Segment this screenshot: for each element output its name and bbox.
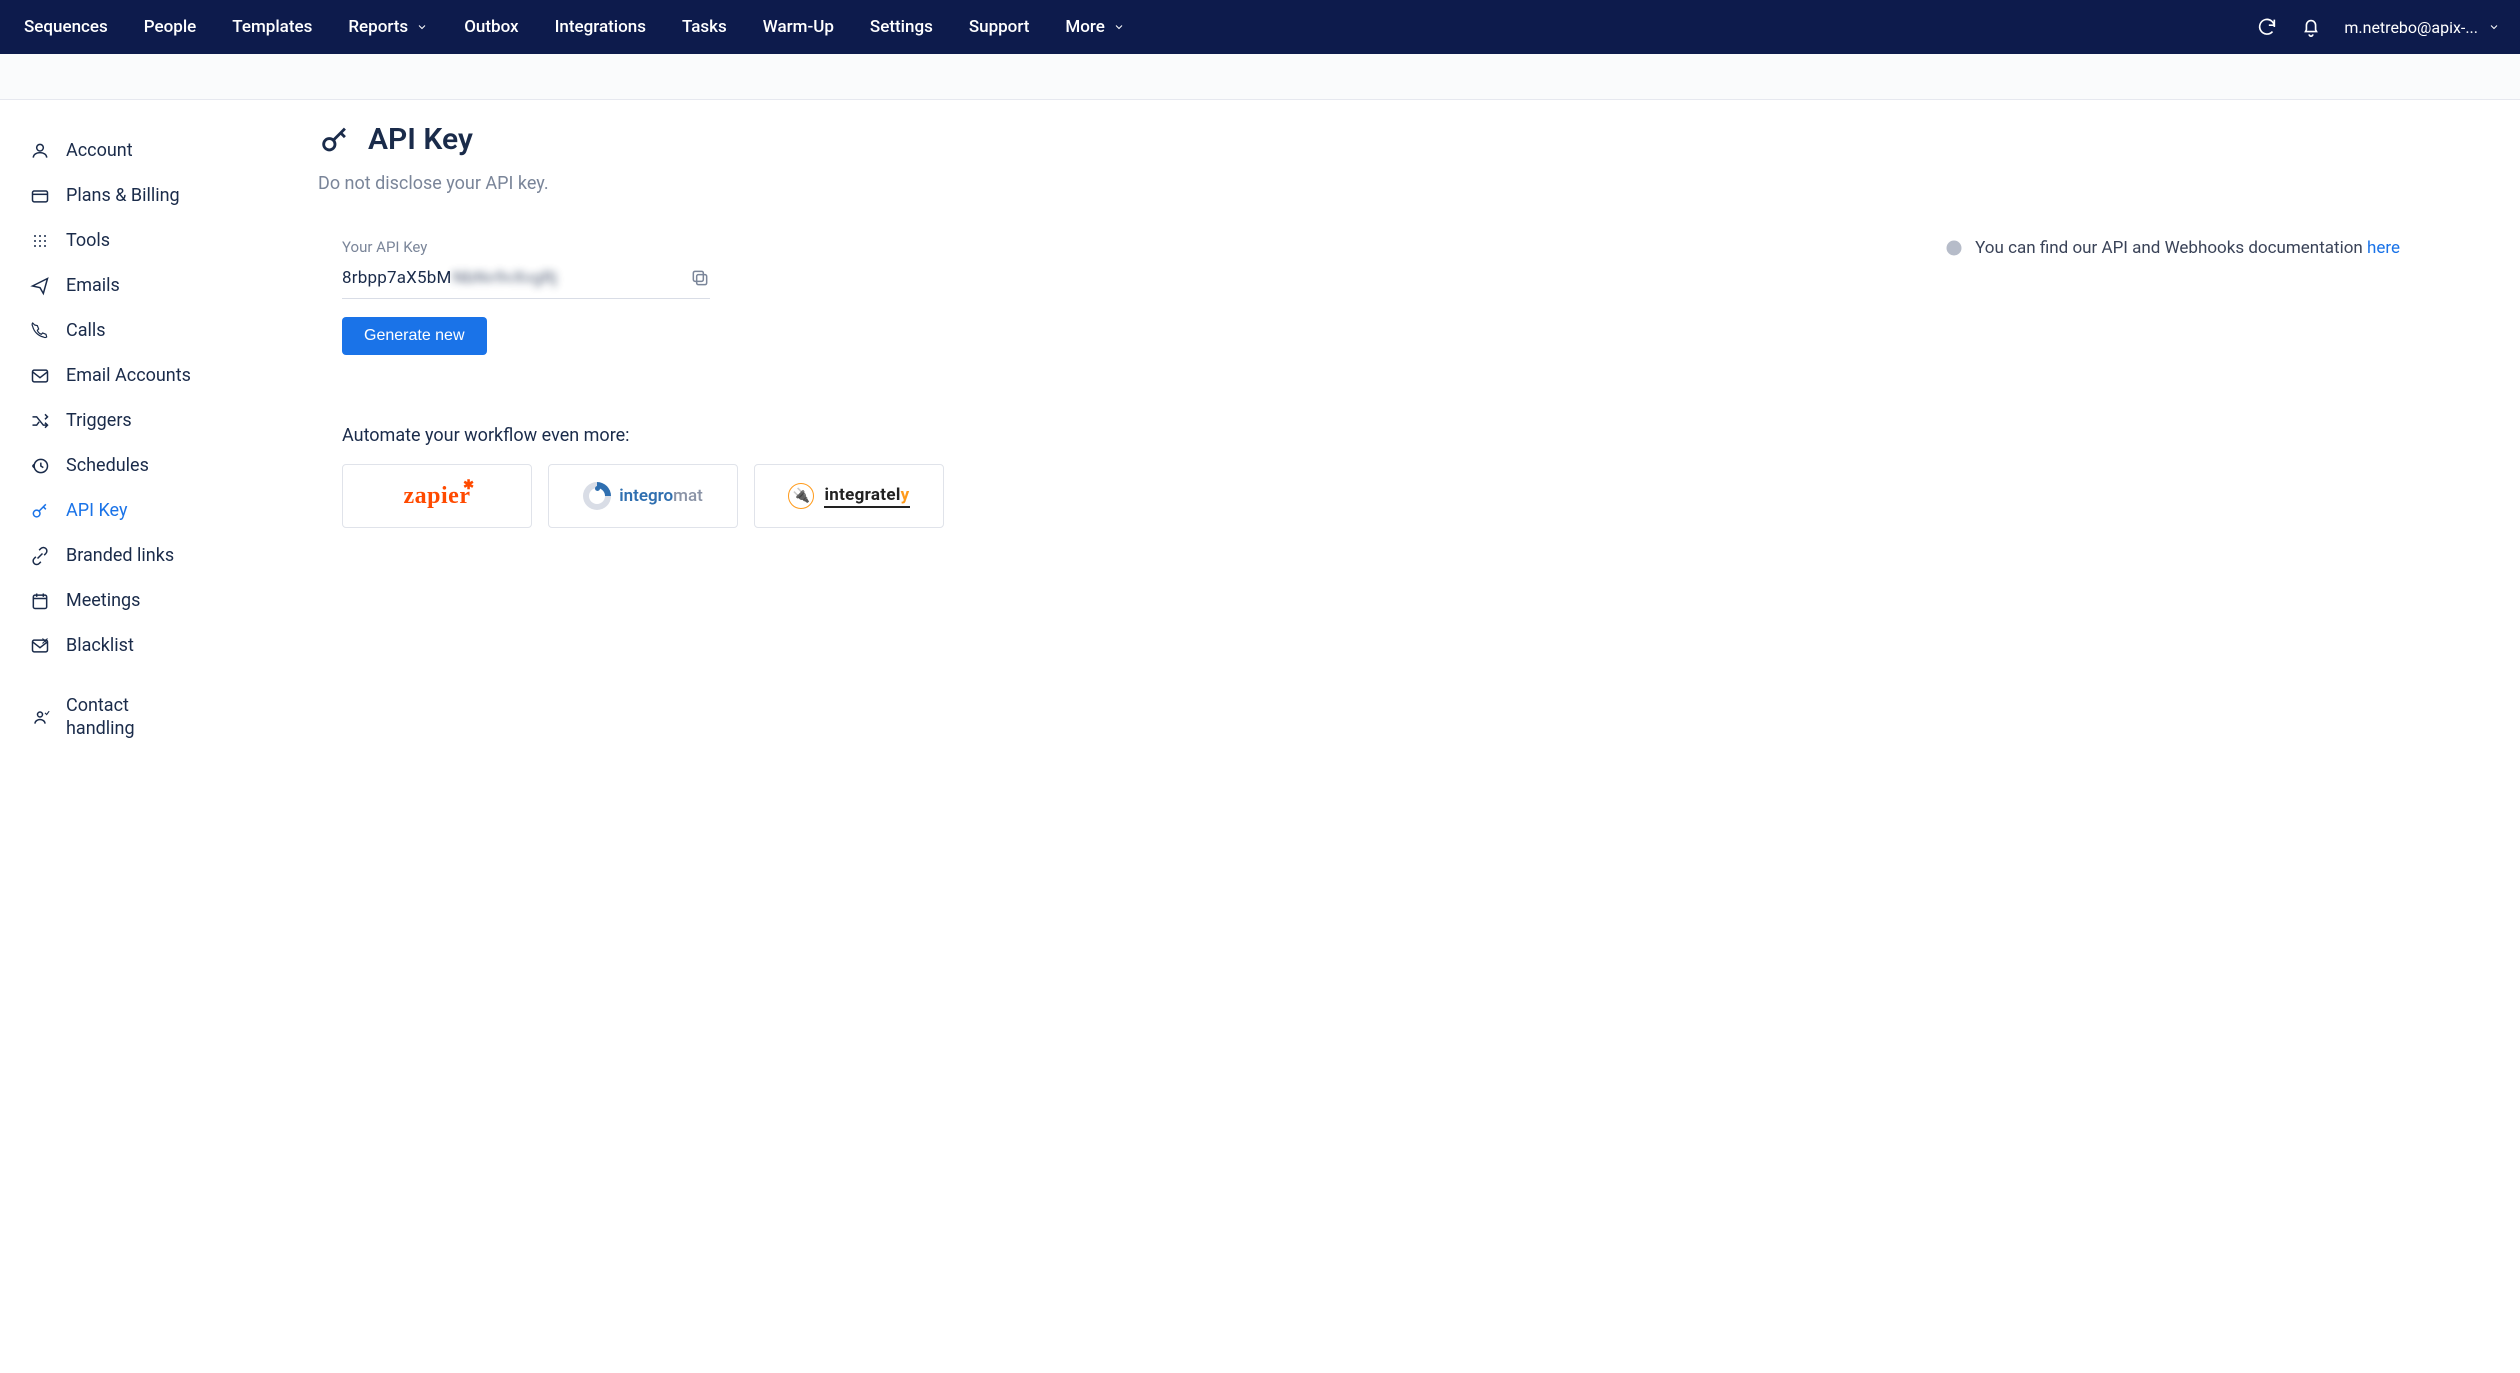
info-icon bbox=[1945, 239, 1963, 257]
api-key-value: 8rbpp7aX5bMNbNv9vXvgRj bbox=[342, 268, 557, 288]
nav-more-label: More bbox=[1065, 17, 1104, 37]
sidebar-item-api-key[interactable]: API Key bbox=[26, 488, 288, 533]
page-title: API Key bbox=[368, 122, 473, 157]
key-icon bbox=[318, 123, 352, 157]
nav-reports[interactable]: Reports bbox=[348, 17, 428, 37]
nav-integrations[interactable]: Integrations bbox=[555, 17, 646, 37]
automate-title: Automate your workflow even more: bbox=[342, 425, 2400, 446]
user-icon bbox=[30, 141, 50, 161]
sidebar-item-plans[interactable]: Plans & Billing bbox=[26, 173, 288, 218]
doc-link[interactable]: here bbox=[2367, 238, 2400, 258]
nav-sequences[interactable]: Sequences bbox=[24, 17, 108, 37]
mail-icon bbox=[30, 366, 50, 386]
nav-items: Sequences People Templates Reports Outbo… bbox=[24, 17, 1125, 37]
refresh-icon[interactable] bbox=[2256, 16, 2278, 38]
nav-support[interactable]: Support bbox=[969, 17, 1030, 37]
generate-new-button[interactable]: Generate new bbox=[342, 317, 487, 355]
contact-icon bbox=[30, 707, 50, 727]
page-subtitle: Do not disclose your API key. bbox=[318, 173, 2400, 194]
nav-people[interactable]: People bbox=[144, 17, 197, 37]
nav-outbox[interactable]: Outbox bbox=[464, 17, 518, 37]
chevron-down-icon bbox=[2488, 21, 2500, 33]
account-menu[interactable]: m.netrebo@apix-... bbox=[2344, 18, 2500, 37]
integration-zapier[interactable]: zapier ✱ bbox=[342, 464, 532, 528]
main-content: API Key Do not disclose your API key. Yo… bbox=[300, 100, 2520, 781]
mail-x-icon bbox=[30, 636, 50, 656]
api-key-visible: 8rbpp7aX5bM bbox=[342, 268, 452, 288]
calendar-icon bbox=[30, 591, 50, 611]
sub-bar bbox=[0, 54, 2520, 100]
phone-icon bbox=[30, 321, 50, 341]
nav-more[interactable]: More bbox=[1065, 17, 1124, 37]
sidebar-item-branded-links[interactable]: Branded links bbox=[26, 533, 288, 578]
link-icon bbox=[30, 546, 50, 566]
nav-tasks[interactable]: Tasks bbox=[682, 17, 727, 37]
sidebar-item-label: Calls bbox=[66, 320, 106, 341]
key-icon bbox=[30, 501, 50, 521]
zapier-logo: zapier ✱ bbox=[404, 483, 471, 510]
sidebar-item-label: API Key bbox=[66, 500, 127, 521]
integration-integrately[interactable]: 🔌 integrately bbox=[754, 464, 944, 528]
sidebar-item-contact-handling[interactable]: Contact handling bbox=[26, 682, 288, 753]
sidebar-item-email-accounts[interactable]: Email Accounts bbox=[26, 353, 288, 398]
nav-settings[interactable]: Settings bbox=[870, 17, 933, 37]
sidebar-item-label: Schedules bbox=[66, 455, 149, 476]
sidebar-item-calls[interactable]: Calls bbox=[26, 308, 288, 353]
settings-sidebar: Account Plans & Billing Tools Emails Cal… bbox=[0, 100, 300, 781]
account-email: m.netrebo@apix-... bbox=[2344, 18, 2478, 37]
sidebar-item-label: Account bbox=[66, 140, 133, 161]
automate-section: Automate your workflow even more: zapier… bbox=[342, 425, 2400, 528]
integromat-dot-icon bbox=[595, 486, 600, 491]
sidebar-item-label: Triggers bbox=[66, 410, 132, 431]
shuffle-icon bbox=[30, 411, 50, 431]
nav-templates[interactable]: Templates bbox=[232, 17, 312, 37]
api-key-field: 8rbpp7aX5bMNbNv9vXvgRj bbox=[342, 262, 710, 299]
integromat-logo: integromat bbox=[583, 482, 703, 510]
zapier-star-icon: ✱ bbox=[463, 477, 474, 493]
doc-text: You can find our API and Webhooks docume… bbox=[1975, 238, 2367, 258]
bell-icon[interactable] bbox=[2300, 16, 2322, 38]
sidebar-item-triggers[interactable]: Triggers bbox=[26, 398, 288, 443]
sidebar-item-account[interactable]: Account bbox=[26, 128, 288, 173]
sidebar-item-schedules[interactable]: Schedules bbox=[26, 443, 288, 488]
card-icon bbox=[30, 186, 50, 206]
plug-icon: 🔌 bbox=[788, 483, 814, 509]
sidebar-item-label: Emails bbox=[66, 275, 120, 296]
integration-cards: zapier ✱ integromat bbox=[342, 464, 2400, 528]
api-key-hidden: NbNv9vXvgRj bbox=[453, 268, 558, 288]
nav-reports-label: Reports bbox=[348, 17, 408, 37]
nav-warmup[interactable]: Warm-Up bbox=[763, 17, 834, 37]
sidebar-item-emails[interactable]: Emails bbox=[26, 263, 288, 308]
sidebar-item-label: Branded links bbox=[66, 545, 174, 566]
api-key-label: Your API Key bbox=[342, 238, 710, 256]
sidebar-item-blacklist[interactable]: Blacklist bbox=[26, 623, 288, 668]
sidebar-item-label: Blacklist bbox=[66, 635, 134, 656]
history-icon bbox=[30, 456, 50, 476]
chevron-down-icon bbox=[416, 21, 428, 33]
integration-integromat[interactable]: integromat bbox=[548, 464, 738, 528]
top-nav: Sequences People Templates Reports Outbo… bbox=[0, 0, 2520, 54]
sidebar-item-label: Plans & Billing bbox=[66, 185, 180, 206]
integrately-logo: 🔌 integrately bbox=[788, 483, 909, 509]
nav-right: m.netrebo@apix-... bbox=[2256, 16, 2500, 38]
api-key-block: Your API Key 8rbpp7aX5bMNbNv9vXvgRj Gene… bbox=[342, 238, 710, 355]
copy-icon[interactable] bbox=[690, 268, 710, 288]
page-header: API Key bbox=[318, 122, 2400, 157]
sidebar-item-tools[interactable]: Tools bbox=[26, 218, 288, 263]
doc-note: You can find our API and Webhooks docume… bbox=[1945, 238, 2400, 258]
sidebar-item-label: Contact handling bbox=[66, 694, 176, 741]
sidebar-item-label: Tools bbox=[66, 230, 110, 251]
grid-icon bbox=[30, 231, 50, 251]
sidebar-item-label: Meetings bbox=[66, 590, 140, 611]
sidebar-item-meetings[interactable]: Meetings bbox=[26, 578, 288, 623]
send-icon bbox=[30, 276, 50, 296]
sidebar-item-label: Email Accounts bbox=[66, 365, 191, 386]
chevron-down-icon bbox=[1113, 21, 1125, 33]
